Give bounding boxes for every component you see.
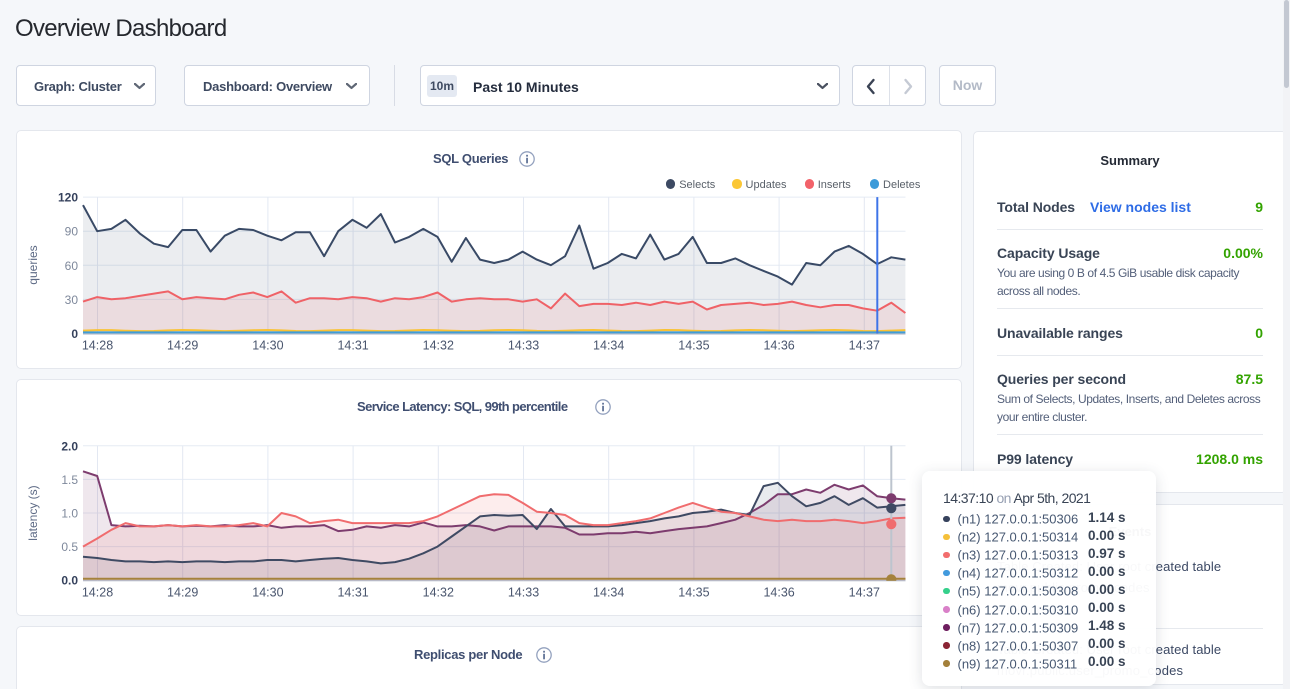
svg-text:60: 60: [65, 259, 79, 273]
svg-text:1.0: 1.0: [61, 507, 78, 521]
svg-text:14:33: 14:33: [508, 586, 539, 600]
svg-text:1.5: 1.5: [61, 473, 78, 487]
svg-text:120: 120: [58, 191, 78, 205]
svg-text:14:32: 14:32: [423, 586, 454, 600]
svg-text:14:29: 14:29: [167, 339, 198, 353]
svg-text:14:37: 14:37: [849, 339, 880, 353]
svg-text:14:30: 14:30: [252, 586, 283, 600]
svg-text:14:34: 14:34: [593, 339, 624, 353]
svg-text:queries: queries: [26, 245, 40, 284]
svg-text:14:33: 14:33: [508, 339, 539, 353]
svg-text:14:32: 14:32: [423, 339, 454, 353]
svg-text:30: 30: [65, 293, 79, 307]
svg-text:14:37: 14:37: [849, 586, 880, 600]
svg-text:14:29: 14:29: [167, 586, 198, 600]
svg-text:latency (s): latency (s): [26, 485, 40, 540]
svg-text:14:31: 14:31: [337, 339, 368, 353]
svg-text:2.0: 2.0: [61, 439, 78, 453]
svg-text:14:28: 14:28: [82, 586, 113, 600]
svg-text:14:35: 14:35: [678, 339, 709, 353]
svg-text:0.5: 0.5: [61, 540, 78, 554]
svg-text:14:35: 14:35: [678, 586, 709, 600]
svg-text:14:36: 14:36: [763, 586, 794, 600]
svg-text:14:36: 14:36: [763, 339, 794, 353]
svg-text:14:31: 14:31: [337, 586, 368, 600]
svg-text:14:30: 14:30: [252, 339, 283, 353]
svg-text:0.0: 0.0: [61, 574, 78, 588]
svg-text:90: 90: [65, 225, 79, 239]
svg-text:14:34: 14:34: [593, 586, 624, 600]
svg-text:14:28: 14:28: [82, 339, 113, 353]
svg-text:0: 0: [71, 327, 78, 341]
